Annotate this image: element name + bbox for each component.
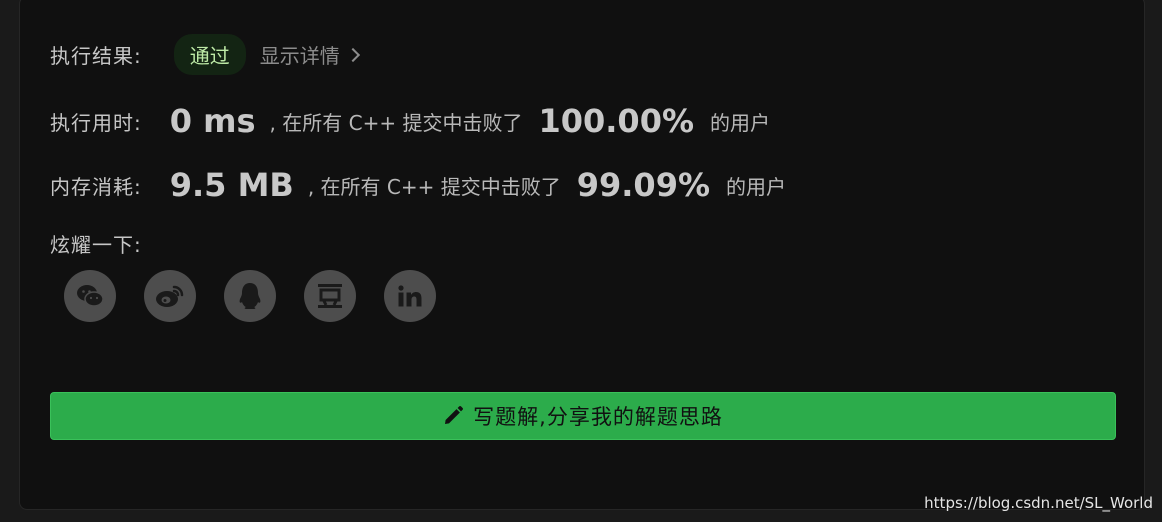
wechat-icon[interactable] [64, 270, 116, 322]
share-icons [64, 270, 436, 322]
runtime-value: 0 ms [169, 102, 256, 140]
linkedin-icon[interactable] [384, 270, 436, 322]
share-label: 炫耀一下: [50, 232, 142, 257]
douban-icon[interactable] [304, 270, 356, 322]
result-row: 执行结果: 通过 显示详情 [50, 33, 360, 75]
pencil-icon [445, 406, 464, 424]
runtime-middle-text: , 在所有 C++ 提交中击败了 [269, 110, 523, 135]
runtime-tail: 的用户 [710, 110, 771, 135]
status-badge: 通过 [173, 33, 246, 75]
watermark: https://blog.csdn.net/SL_World [924, 494, 1153, 512]
runtime-label: 执行用时: [50, 110, 142, 135]
runtime-row: 执行用时: 0 ms , 在所有 C++ 提交中击败了 100.00% 的用户 [50, 99, 770, 143]
runtime-percent: 100.00% [538, 102, 695, 140]
memory-label: 内存消耗: [50, 174, 142, 199]
memory-tail: 的用户 [726, 174, 787, 199]
show-details-link[interactable]: 显示详情 [259, 40, 360, 69]
chevron-right-icon [345, 47, 360, 62]
weibo-icon[interactable] [144, 270, 196, 322]
write-solution-label: 写题解,分享我的解题思路 [473, 405, 723, 429]
write-solution-button[interactable]: 写题解,分享我的解题思路 [50, 392, 1116, 440]
result-label: 执行结果: [50, 43, 142, 68]
memory-value: 9.5 MB [169, 166, 294, 204]
memory-row: 内存消耗: 9.5 MB , 在所有 C++ 提交中击败了 99.09% 的用户 [50, 163, 786, 207]
share-row: 炫耀一下: [50, 228, 142, 258]
qq-icon[interactable] [224, 270, 276, 322]
memory-percent: 99.09% [576, 166, 711, 204]
memory-middle-text: , 在所有 C++ 提交中击败了 [307, 174, 561, 199]
show-details-label: 显示详情 [259, 43, 340, 68]
